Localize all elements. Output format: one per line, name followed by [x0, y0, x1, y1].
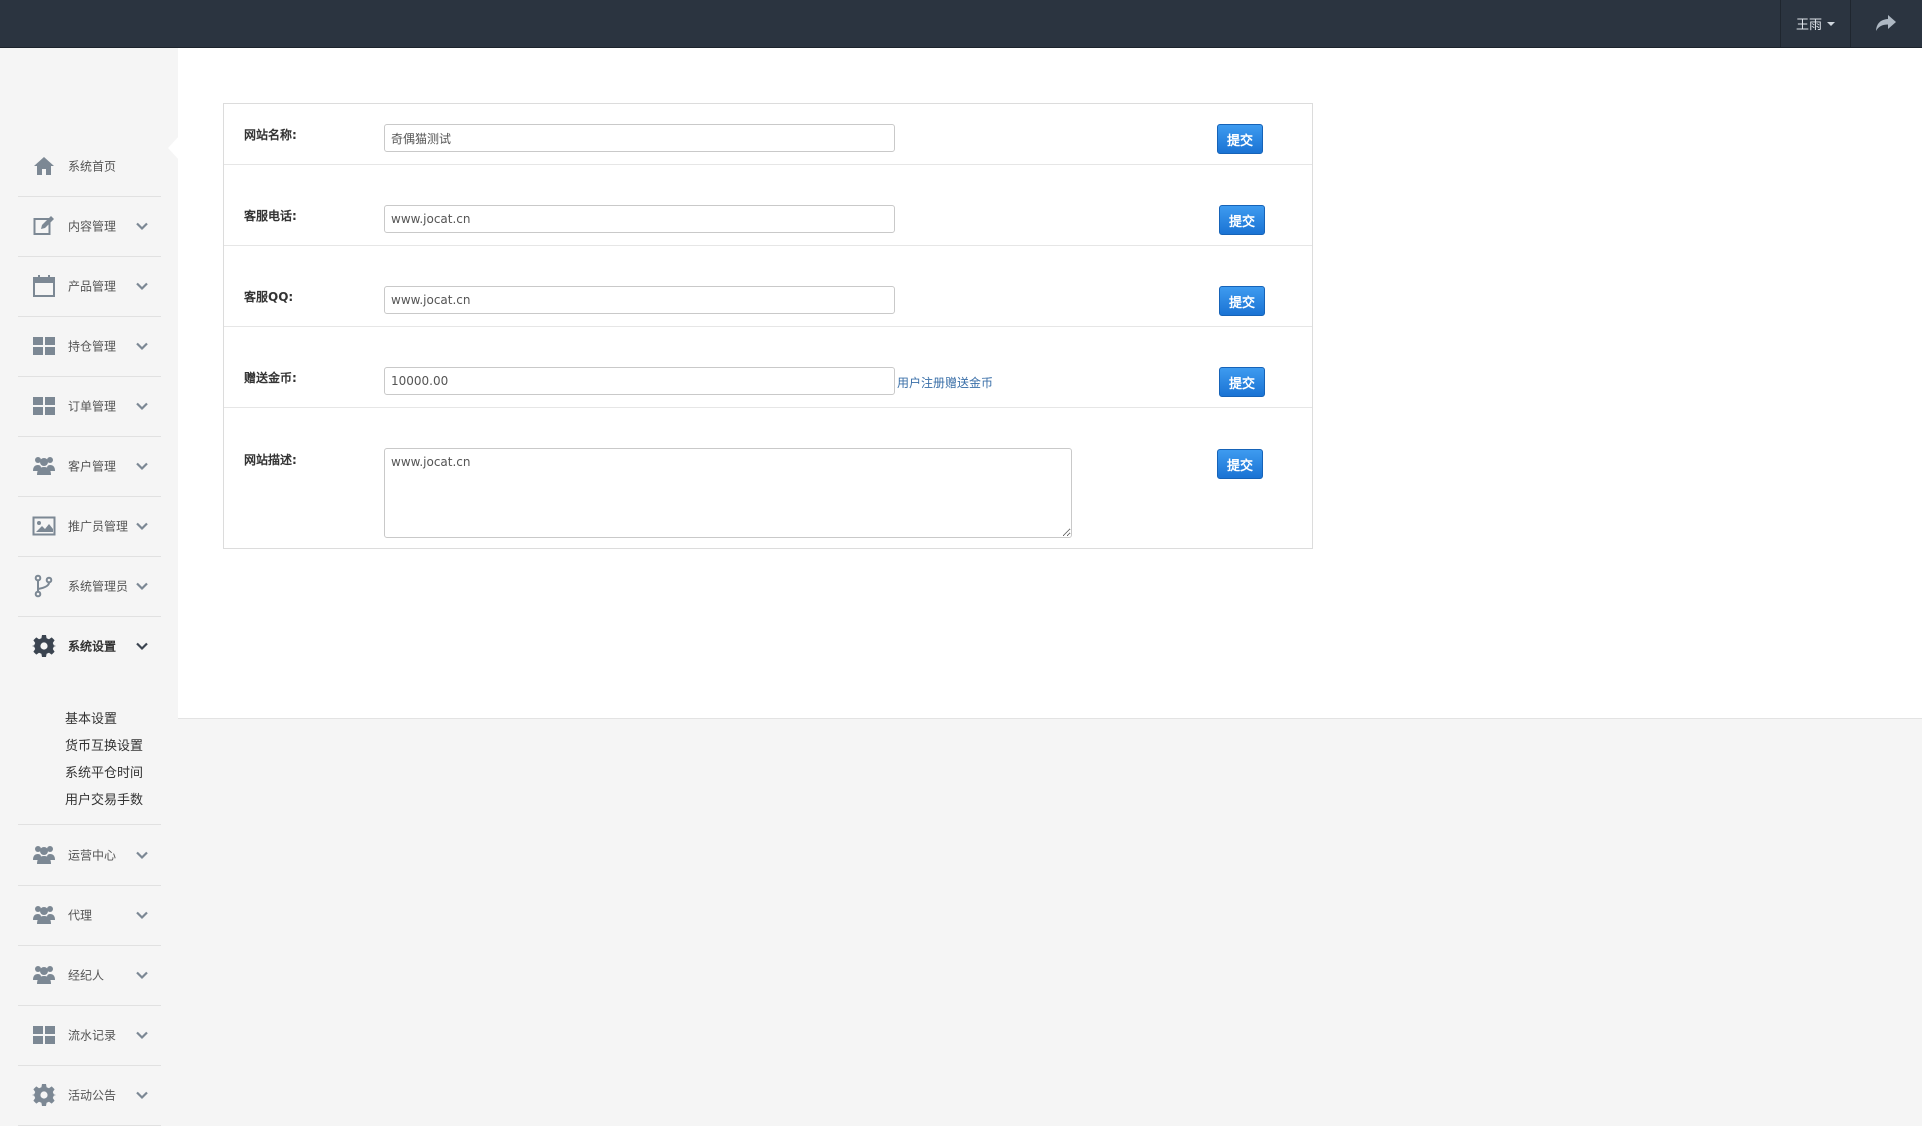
sidebar-item-label: 流水记录 [68, 1028, 117, 1043]
site-description-textarea[interactable]: www.jocat.cn [384, 448, 1072, 538]
site-name-submit-button[interactable]: 提交 [1217, 124, 1263, 154]
main-content: 网站名称: 提交 客服电话: 提交 客服QQ: 提交 赠送金币: 用户注册赠送金… [178, 48, 1922, 719]
users-icon [32, 963, 56, 987]
users-icon [32, 903, 56, 927]
row-service-phone: 客服电话: 提交 [224, 165, 1312, 246]
service-qq-input[interactable] [384, 286, 895, 314]
service-phone-submit-button[interactable]: 提交 [1219, 205, 1265, 235]
settings-form: 网站名称: 提交 客服电话: 提交 客服QQ: 提交 赠送金币: 用户注册赠送金… [223, 103, 1313, 549]
sidebar-item-label: 经纪人 [68, 968, 105, 983]
top-navbar: 王雨 [0, 0, 1922, 48]
grid-icon [32, 394, 56, 418]
sidebar-item-label: 订单管理 [68, 399, 117, 414]
gear-icon [32, 634, 56, 658]
settings-submenu: 基本设置 货币互换设置 系统平仓时间 用户交易手数 [18, 706, 161, 825]
sidebar-item-label: 内容管理 [68, 219, 117, 234]
sidebar-item-positions[interactable]: 持仓管理 [18, 316, 161, 377]
gear-icon [32, 1083, 56, 1107]
chevron-down-icon [135, 908, 149, 922]
row-service-qq: 客服QQ: 提交 [224, 246, 1312, 327]
grid-icon [32, 1023, 56, 1047]
sidebar-item-label: 运营中心 [68, 848, 117, 863]
user-menu[interactable]: 王雨 [1780, 0, 1851, 47]
row-gift-coins: 赠送金币: 用户注册赠送金币 提交 [224, 327, 1312, 408]
sidebar-item-label: 系统管理员 [68, 579, 129, 594]
home-icon [32, 154, 56, 178]
sidebar-item-admins[interactable]: 系统管理员 [18, 556, 161, 617]
chevron-down-icon [135, 639, 149, 653]
sidebar-item-operations[interactable]: 运营中心 [18, 825, 161, 886]
chevron-down-icon [135, 399, 149, 413]
site-description-label: 网站描述: [244, 453, 297, 467]
sidebar-item-label: 系统设置 [68, 639, 117, 654]
chevron-down-icon [135, 968, 149, 982]
submenu-currency-swap[interactable]: 货币互换设置 [65, 735, 143, 754]
sidebar-item-label: 代理 [68, 908, 93, 923]
chevron-down-icon [135, 1088, 149, 1102]
service-phone-input[interactable] [384, 205, 895, 233]
gift-coins-hint: 用户注册赠送金币 [897, 376, 994, 390]
sidebar-item-brokers[interactable]: 经纪人 [18, 945, 161, 1006]
chevron-down-icon [135, 339, 149, 353]
sidebar-item-agents[interactable]: 代理 [18, 885, 161, 946]
row-site-description: 网站描述: www.jocat.cn 提交 [224, 408, 1312, 546]
chevron-down-icon [135, 579, 149, 593]
sidebar-item-customers[interactable]: 客户管理 [18, 436, 161, 497]
chevron-down-icon [135, 848, 149, 862]
service-qq-label: 客服QQ: [244, 290, 294, 304]
site-name-input[interactable] [384, 124, 895, 152]
gift-coins-input[interactable] [384, 367, 895, 395]
gift-coins-submit-button[interactable]: 提交 [1219, 367, 1265, 397]
grid-icon [32, 334, 56, 358]
site-description-submit-button[interactable]: 提交 [1217, 449, 1263, 479]
sidebar: 系统首页 内容管理 产品管理 持仓管理 订单管理 客户管理 推广员管理 系统管理… [0, 48, 178, 1126]
calendar-icon [32, 274, 56, 298]
sidebar-item-label: 活动公告 [68, 1088, 117, 1103]
edit-icon [32, 214, 56, 238]
users-icon [32, 843, 56, 867]
chevron-down-icon [135, 219, 149, 233]
active-item-pointer [168, 136, 179, 160]
chevron-down-icon [135, 519, 149, 533]
sidebar-item-settings[interactable]: 系统设置 [18, 616, 161, 676]
chevron-down-icon [135, 279, 149, 293]
sidebar-item-label: 推广员管理 [68, 519, 129, 534]
caret-down-icon [1827, 21, 1835, 26]
submenu-trade-lots[interactable]: 用户交易手数 [65, 789, 143, 808]
sidebar-item-orders[interactable]: 订单管理 [18, 376, 161, 437]
sidebar-item-label: 产品管理 [68, 279, 117, 294]
submenu-close-time[interactable]: 系统平仓时间 [65, 762, 143, 781]
chevron-down-icon [135, 1028, 149, 1042]
sidebar-item-products[interactable]: 产品管理 [18, 256, 161, 317]
sidebar-item-label: 持仓管理 [68, 339, 117, 354]
user-name: 王雨 [1795, 18, 1822, 33]
chevron-down-icon [135, 459, 149, 473]
site-name-label: 网站名称: [244, 128, 297, 142]
service-qq-submit-button[interactable]: 提交 [1219, 286, 1265, 316]
sidebar-item-promoters[interactable]: 推广员管理 [18, 496, 161, 557]
service-phone-label: 客服电话: [244, 209, 297, 223]
sidebar-item-home[interactable]: 系统首页 [18, 136, 161, 197]
branch-icon [32, 574, 56, 598]
sidebar-item-content[interactable]: 内容管理 [18, 196, 161, 257]
sidebar-item-label: 客户管理 [68, 459, 117, 474]
sidebar-item-announcements[interactable]: 活动公告 [18, 1065, 161, 1126]
sidebar-item-flow-records[interactable]: 流水记录 [18, 1005, 161, 1066]
sidebar-item-label: 系统首页 [68, 159, 117, 174]
logout-button[interactable] [1850, 0, 1922, 47]
gift-coins-label: 赠送金币: [244, 371, 297, 385]
share-icon [1876, 14, 1896, 31]
image-icon [32, 514, 56, 538]
submenu-basic-settings[interactable]: 基本设置 [65, 708, 117, 727]
users-icon [32, 454, 56, 478]
row-site-name: 网站名称: 提交 [224, 104, 1312, 165]
